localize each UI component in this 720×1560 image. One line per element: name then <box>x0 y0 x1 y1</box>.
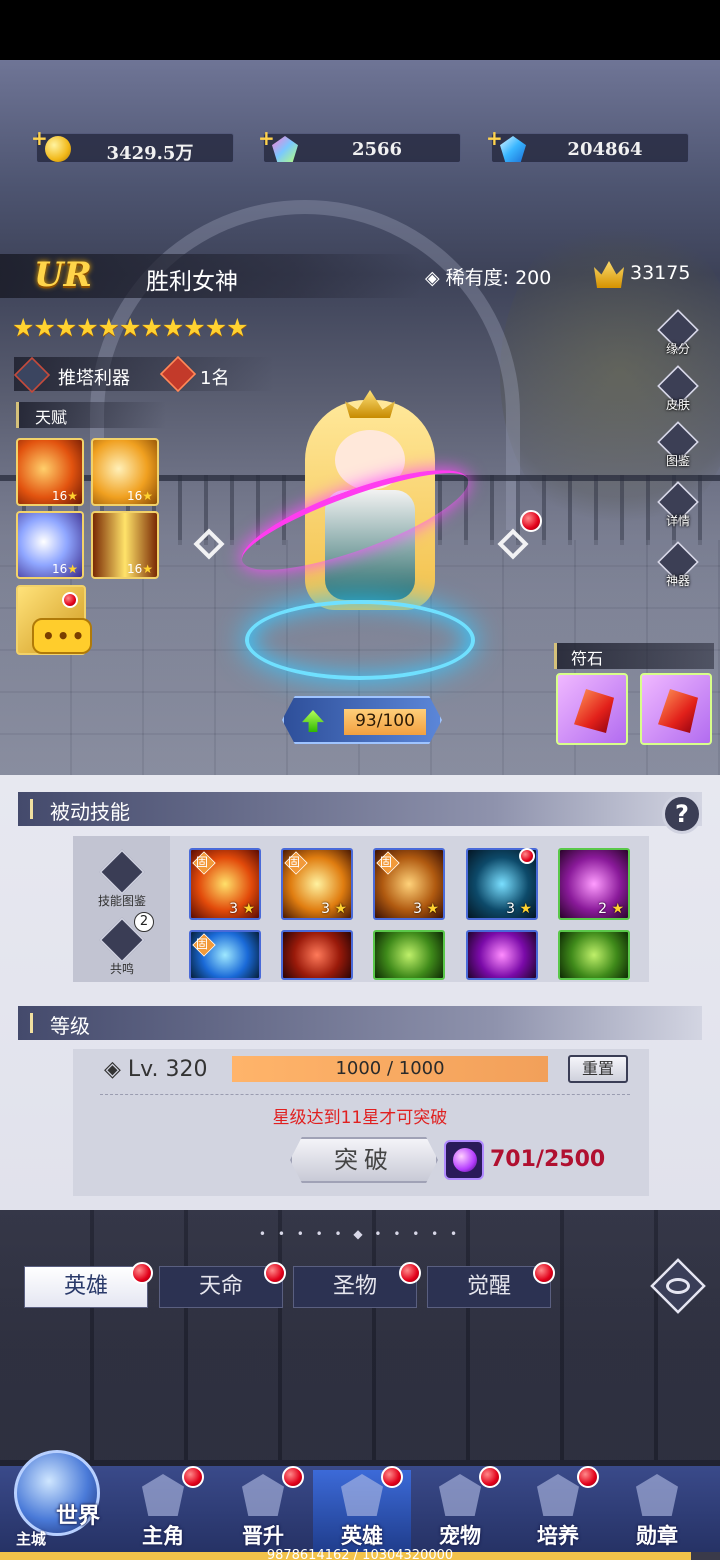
notification-dot <box>131 1262 153 1284</box>
passive-skill-8[interactable] <box>373 930 445 980</box>
help-icon[interactable]: ? <box>662 794 702 834</box>
notification-dot <box>62 592 78 608</box>
notification-dot <box>520 510 542 532</box>
hero-rank[interactable]: 1名 <box>200 364 229 390</box>
details-button[interactable]: 详情 <box>654 481 702 532</box>
hero-name: 胜利女神 <box>146 269 238 295</box>
tab-hero[interactable]: 英雄 <box>24 1266 148 1308</box>
passive-skills-title: 被动技能 <box>50 800 130 824</box>
passive-skills-header: 被动技能 <box>18 792 702 826</box>
gold-value: 3429.5万 <box>106 143 194 164</box>
status-bar <box>0 0 720 60</box>
star-rating: ★★★★★★★★★★★ <box>12 313 249 342</box>
level-title: 等级 <box>50 1014 90 1038</box>
gold-resource[interactable]: + 3429.5万 <box>31 126 234 164</box>
passive-skill-2[interactable]: 固3 ★ <box>281 848 353 920</box>
helmet-icon <box>142 1474 184 1516</box>
bond-button[interactable]: 缘分 <box>654 309 702 360</box>
breakthrough-warning: 星级达到11星才可突破 <box>272 1108 448 1128</box>
power-value: 33175 <box>630 262 691 284</box>
notification-dot <box>264 1262 286 1284</box>
talent-title: 天赋 <box>35 408 68 427</box>
eye-icon <box>666 1278 690 1294</box>
rune-stone-icon <box>574 689 614 733</box>
rune-stone-icon <box>658 689 698 733</box>
notification-dot <box>479 1466 501 1488</box>
talent-header: 天赋 <box>16 402 166 428</box>
skin-button[interactable]: 皮肤 <box>654 365 702 416</box>
level-divider <box>100 1094 630 1095</box>
notification-dot <box>519 848 535 864</box>
rune-header: 符石 <box>554 643 714 669</box>
home-label: 主城 <box>16 1530 47 1548</box>
notification-dot <box>399 1262 421 1284</box>
talent-slot-2[interactable]: 16★ <box>91 438 159 506</box>
rune-title: 符石 <box>571 649 604 668</box>
resource-bar: + 3429.5万 + 2566 + 204864 <box>0 126 720 165</box>
level-header: 等级 <box>18 1006 702 1040</box>
medal-icon <box>636 1474 678 1516</box>
rarity-text: 稀有度: 200 <box>445 267 552 289</box>
skill-codex-button[interactable]: 技能图鉴 <box>98 849 146 908</box>
talent-level: 16★ <box>126 489 153 503</box>
notification-dot <box>282 1466 304 1488</box>
passive-skill-10[interactable] <box>558 930 630 980</box>
breakthrough-cost: 701/2500 <box>490 1147 606 1172</box>
level-exp-value: 1000 / 1000 <box>335 1058 445 1079</box>
chat-bubble-icon[interactable]: ••• <box>32 618 92 654</box>
orb-icon <box>444 1140 484 1180</box>
passive-skill-9[interactable] <box>466 930 538 980</box>
breakthrough-button[interactable]: 突破 <box>290 1137 438 1183</box>
codex-button[interactable]: 图鉴 <box>654 421 702 472</box>
magic-circle <box>245 600 475 680</box>
notification-dot <box>381 1466 403 1488</box>
level-up-arrow-icon <box>302 710 324 732</box>
level-exp-bar: 1000 / 1000 <box>232 1056 548 1082</box>
passive-skill-1[interactable]: 固3 ★ <box>189 848 261 920</box>
ornament-divider: • • • • • ◆ • • • • • <box>258 1227 462 1241</box>
notification-dot <box>182 1466 204 1488</box>
talent-slot-1[interactable]: 16★ <box>16 438 84 506</box>
world-button[interactable]: 世界 主城 <box>6 1440 110 1556</box>
talent-level: 16★ <box>51 489 78 503</box>
passive-skill-6[interactable]: 固 <box>189 930 261 980</box>
hero-exp-value: 93/100 <box>344 709 426 735</box>
talent-level: 16★ <box>126 562 153 576</box>
crystal-value: 2566 <box>351 139 403 160</box>
notification-dot <box>577 1466 599 1488</box>
resonance-count-badge: 2 <box>134 912 154 932</box>
hero-tag-label: 推塔利器 <box>58 368 130 389</box>
nav-medal[interactable]: 勋章 <box>608 1470 706 1554</box>
passive-skill-7[interactable] <box>281 930 353 980</box>
rune-slot-2[interactable] <box>640 673 712 745</box>
total-power-readout: 9878614162 / 10304320000 <box>266 1548 454 1560</box>
world-label: 世界 <box>56 1504 101 1529</box>
view-toggle-button[interactable] <box>648 1256 708 1316</box>
passive-skill-5[interactable]: 2 ★ <box>558 848 630 920</box>
talent-slot-4[interactable]: 16★ <box>91 511 159 579</box>
notification-dot <box>533 1262 555 1284</box>
rune-slot-1[interactable] <box>556 673 628 745</box>
compass-icon <box>537 1474 579 1516</box>
passive-skill-3[interactable]: 固3 ★ <box>373 848 445 920</box>
hero-level: ◈ Lv. 320 <box>104 1057 208 1082</box>
wings-icon <box>242 1474 284 1516</box>
hero-rarity: ◈ 稀有度: 200 <box>425 267 552 289</box>
crystal-resource[interactable]: + 2566 <box>258 126 461 163</box>
talent-slot-3[interactable]: 16★ <box>16 511 84 579</box>
artifact-button[interactable]: 神器 <box>654 541 702 592</box>
diamond-value: 204864 <box>567 139 643 160</box>
book-icon <box>99 849 145 895</box>
dragon-icon <box>439 1474 481 1516</box>
talent-level: 16★ <box>51 562 78 576</box>
hero-exp-bar[interactable]: 93/100 <box>282 696 442 744</box>
knight-icon <box>341 1474 383 1516</box>
diamond-resource[interactable]: + 204864 <box>486 126 689 163</box>
reset-button[interactable]: 重置 <box>568 1055 628 1083</box>
hero-grade: UR <box>34 255 92 295</box>
